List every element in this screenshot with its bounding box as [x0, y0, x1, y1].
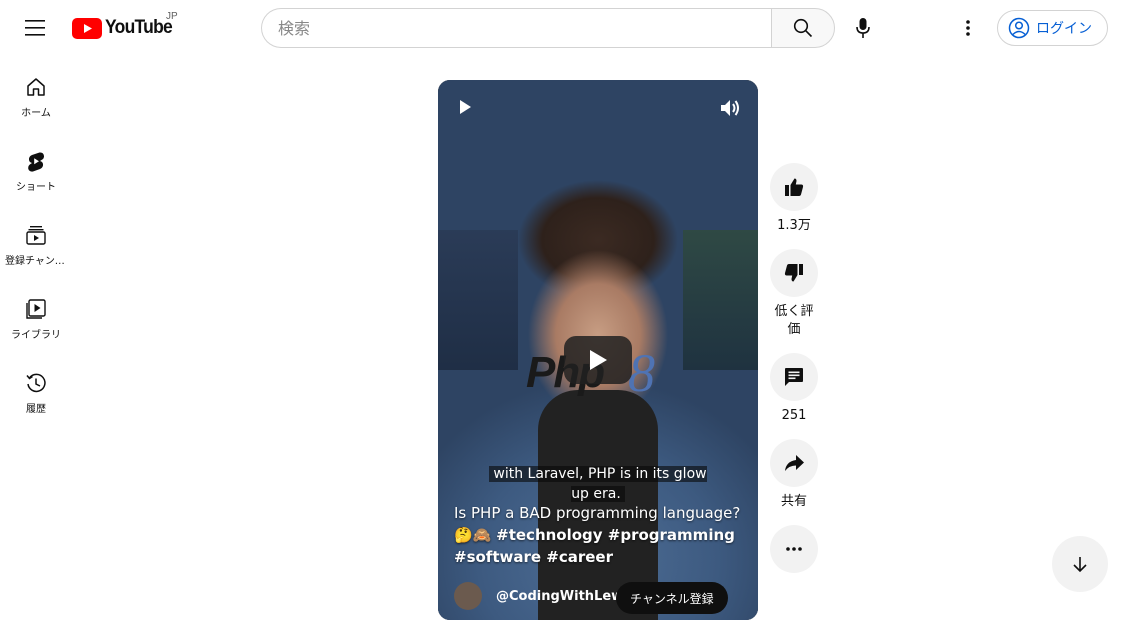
comments-button[interactable] — [770, 353, 818, 401]
share-label: 共有 — [780, 494, 807, 509]
short-hashtags[interactable]: #technology #programming #software #care… — [454, 526, 735, 566]
dislike-button[interactable] — [770, 249, 818, 297]
signin-label: ログイン — [1036, 21, 1092, 37]
more-horiz-icon — [786, 547, 802, 551]
video-caption: with Laravel, PHP is in its glow up era. — [482, 464, 714, 504]
channel-name[interactable]: @CodingWithLewi — [496, 589, 628, 604]
caption-text: with Laravel, PHP is in its glow up era. — [489, 466, 707, 502]
sidebar-item-library[interactable]: ライブラリ — [4, 282, 68, 356]
shorts-icon — [28, 152, 45, 172]
subscribe-button[interactable]: チャンネル登録 — [616, 582, 728, 614]
more-action — [768, 525, 820, 573]
sidebar-item-label: ライブラリ — [11, 330, 61, 341]
sidebar-item-label: ショート — [16, 182, 56, 193]
mini-guide: ホーム ショート 登録チャンネル ライブラリ 履歴 — [4, 60, 68, 430]
shorts-action-bar: 1.3万 低く評価 251 共有 — [768, 163, 820, 587]
dislike-label: 低く評価 — [774, 304, 814, 337]
channel-info[interactable]: @CodingWithLewi — [454, 582, 628, 610]
shorts-video-player[interactable]: Php 8 with Laravel, PHP is in its glow u… — [438, 80, 758, 620]
region-code: JP — [166, 11, 178, 22]
account-icon — [1008, 17, 1030, 39]
play-pause-button[interactable] — [456, 98, 474, 121]
signin-button[interactable]: ログイン — [997, 10, 1108, 46]
more-actions-button[interactable] — [770, 525, 818, 573]
youtube-logo[interactable]: YouTube — [72, 14, 178, 42]
microphone-icon — [856, 18, 870, 38]
sidebar-item-subscriptions[interactable]: 登録チャンネル — [4, 208, 68, 282]
background-monitor — [683, 230, 758, 370]
comments-action: 251 — [768, 353, 820, 425]
settings-more-button[interactable] — [948, 8, 988, 48]
share-icon — [785, 455, 804, 471]
sidebar-item-label: 登録チャンネル — [5, 256, 67, 267]
php-version-overlay: 8 — [628, 343, 655, 403]
share-button[interactable] — [770, 439, 818, 487]
youtube-play-icon — [72, 17, 102, 39]
comment-icon — [785, 368, 803, 386]
comment-count: 251 — [781, 408, 807, 423]
menu-icon[interactable] — [16, 8, 56, 48]
history-icon — [26, 373, 46, 393]
play-icon — [460, 100, 471, 114]
short-title-text: Is PHP a BAD programming language? — [454, 504, 741, 522]
voice-search-button[interactable] — [843, 8, 883, 48]
subscriptions-icon — [26, 226, 46, 245]
short-title-emoji: 🤔🙈 — [454, 526, 492, 544]
share-action: 共有 — [768, 439, 820, 511]
thumbs-down-icon — [784, 264, 803, 282]
thumbs-up-icon — [785, 178, 804, 196]
sidebar-item-label: ホーム — [21, 108, 51, 119]
sidebar-item-shorts[interactable]: ショート — [4, 134, 68, 208]
like-action: 1.3万 — [768, 163, 820, 235]
logo-text: YouTube — [105, 17, 173, 38]
arrow-down-icon — [1073, 557, 1087, 573]
play-icon — [590, 350, 607, 370]
background-monitor — [438, 230, 518, 370]
search-input[interactable] — [261, 8, 772, 48]
sidebar-item-home[interactable]: ホーム — [4, 60, 68, 134]
center-play-button[interactable] — [564, 336, 632, 384]
avatar[interactable] — [454, 582, 482, 610]
volume-icon — [721, 100, 739, 116]
top-bar: YouTube JP ログイン — [0, 0, 1124, 56]
search-button[interactable] — [771, 8, 835, 48]
sidebar-item-label: 履歴 — [26, 404, 46, 415]
next-video-button[interactable] — [1052, 536, 1108, 592]
search-icon — [793, 18, 813, 38]
volume-button[interactable] — [718, 96, 742, 125]
like-count: 1.3万 — [777, 218, 811, 233]
library-icon — [26, 299, 46, 319]
more-vert-icon — [966, 20, 970, 36]
sidebar-item-history[interactable]: 履歴 — [4, 356, 68, 430]
home-icon — [27, 78, 45, 96]
like-button[interactable] — [770, 163, 818, 211]
short-title[interactable]: Is PHP a BAD programming language? 🤔🙈 #t… — [454, 502, 744, 568]
dislike-action: 低く評価 — [768, 249, 820, 339]
